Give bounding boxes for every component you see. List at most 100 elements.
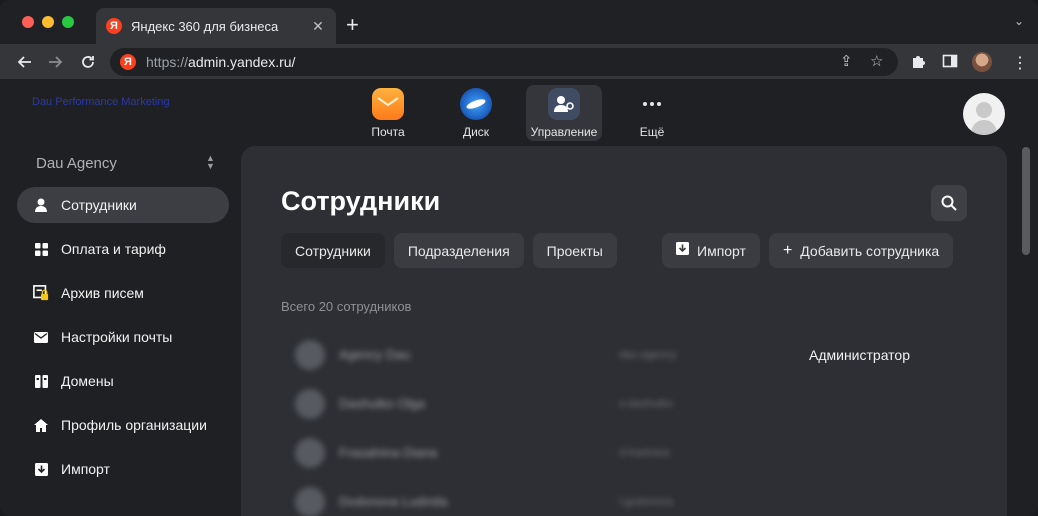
tab-departments[interactable]: Подразделения <box>393 233 524 268</box>
home-icon <box>33 417 49 433</box>
section-tabs: Сотрудники Подразделения Проекты <box>281 233 617 268</box>
more-icon <box>636 88 668 120</box>
sidebar-item-domains[interactable]: Домены <box>17 363 229 399</box>
org-name[interactable]: Dau Agency <box>36 155 117 172</box>
address-bar[interactable]: Я https://admin.yandex.ru/ ⇪ ☆ <box>110 48 898 76</box>
url-host: admin.yandex.ru/ <box>188 54 296 70</box>
search-icon <box>941 195 957 211</box>
add-employee-label: Добавить сотрудника <box>800 242 940 259</box>
search-button[interactable] <box>931 185 967 221</box>
browser-window: Я Яндекс 360 для бизнеса ✕ + ⌄ Я https:/… <box>0 0 1038 516</box>
sidebar-item-org-profile[interactable]: Профиль организации <box>17 407 229 443</box>
user-silhouette-icon <box>971 102 997 135</box>
import-icon <box>676 241 689 260</box>
service-switcher: Почта Диск Управление Ещё <box>350 85 690 141</box>
org-switch-icon[interactable]: ▲ ▼ <box>206 154 215 171</box>
app-admin[interactable]: Управление <box>526 85 602 141</box>
employee-name: Dashutko Olga <box>339 396 425 411</box>
sidebar-item-employees[interactable]: Сотрудники <box>17 187 229 223</box>
url-text[interactable]: https://admin.yandex.ru/ <box>146 54 295 70</box>
sidebar-item-mail-settings[interactable]: Настройки почты <box>17 319 229 355</box>
sidebar-item-label: Домены <box>61 373 114 389</box>
reload-icon <box>82 56 94 68</box>
url-protocol: https:// <box>146 54 189 70</box>
employee-name: Agency Dau <box>339 347 410 362</box>
browser-tab[interactable]: Я Яндекс 360 для бизнеса ✕ <box>96 8 336 44</box>
employee-login: d.fraslnina <box>619 446 670 459</box>
close-window-button[interactable] <box>22 16 34 28</box>
mail-icon <box>372 87 404 120</box>
archive-lock-icon <box>33 285 49 301</box>
app-label: Управление <box>530 124 598 139</box>
tab-search-chevron-icon[interactable]: ⌄ <box>1014 14 1024 28</box>
list-item[interactable]: Dodonova Ludmila l.gudonova <box>281 477 981 516</box>
sidebar-item-label: Профиль организации <box>61 417 207 433</box>
employee-name: Frasalnina Diana <box>339 445 438 460</box>
tab-close-icon[interactable]: ✕ <box>310 18 326 35</box>
sidebar-item-billing[interactable]: Оплата и тариф <box>17 231 229 267</box>
app-label: Почта <box>371 124 405 139</box>
avatar <box>295 437 325 468</box>
import-button-label: Импорт <box>697 242 746 259</box>
sidebar-item-import[interactable]: Импорт <box>17 451 229 487</box>
app-mail[interactable]: Почта <box>350 85 426 141</box>
share-icon[interactable]: ⇪ <box>840 52 853 70</box>
forward-button[interactable] <box>44 50 68 74</box>
list-item[interactable]: Dashutko Olga o.dashutko <box>281 379 981 428</box>
employee-role: Администратор <box>809 346 911 363</box>
employee-login: l.gudonova <box>619 495 673 508</box>
sidepanel-icon <box>942 54 958 68</box>
tab-projects[interactable]: Проекты <box>532 233 617 268</box>
admin-icon <box>548 87 580 120</box>
maximize-window-button[interactable] <box>62 16 74 28</box>
avatar <box>295 388 325 419</box>
page-scrollbar[interactable] <box>1018 145 1034 516</box>
page-title: Сотрудники <box>281 186 441 216</box>
list-item[interactable]: Frasalnina Diana d.fraslnina <box>281 428 981 477</box>
import-button[interactable]: Импорт <box>662 233 760 268</box>
bookmark-star-icon[interactable]: ☆ <box>870 52 883 70</box>
user-avatar[interactable] <box>963 93 1005 135</box>
sidebar-item-label: Оплата и тариф <box>61 241 166 257</box>
minimize-window-button[interactable] <box>42 16 54 28</box>
tab-title: Яндекс 360 для бизнеса <box>131 18 279 34</box>
side-panel-icon[interactable] <box>942 53 958 74</box>
main-panel: Сотрудники Сотрудники Подразделения Прое… <box>241 146 1007 516</box>
reload-button[interactable] <box>76 50 100 74</box>
extensions-icon[interactable] <box>910 53 926 74</box>
yandex-favicon-icon: Я <box>106 18 122 34</box>
puzzle-icon <box>913 56 925 68</box>
back-button[interactable] <box>12 50 36 74</box>
scrollbar-thumb[interactable] <box>1022 147 1030 255</box>
grid-icon <box>33 241 49 257</box>
person-icon <box>33 197 49 213</box>
employee-name: Dodonova Ludmila <box>339 494 448 509</box>
add-employee-button[interactable]: + Добавить сотрудника <box>768 233 954 268</box>
sidebar-item-archive[interactable]: Архив писем <box>17 275 229 311</box>
app-label: Ещё <box>639 124 665 139</box>
plus-icon: + <box>782 241 793 259</box>
actions: Импорт + Добавить сотрудника <box>662 233 954 268</box>
new-tab-button[interactable]: + <box>346 14 359 36</box>
sidebar-item-label: Сотрудники <box>61 197 137 213</box>
org-logo[interactable]: Dau Performance Marketing <box>32 97 170 108</box>
avatar <box>295 339 325 370</box>
app-more[interactable]: Ещё <box>614 85 690 141</box>
arrow-right-icon <box>49 56 63 68</box>
envelope-icon <box>33 329 49 345</box>
browser-toolbar: Я https://admin.yandex.ru/ ⇪ ☆ ⋮ <box>0 44 1038 80</box>
tab-employees[interactable]: Сотрудники <box>281 233 385 268</box>
sidebar-item-label: Импорт <box>61 461 110 477</box>
disk-icon <box>460 87 492 120</box>
employee-count: Всего 20 сотрудников <box>281 299 412 314</box>
page: Dau Performance Marketing Почта Диск Упр… <box>0 81 1038 516</box>
employee-login: dau-agency <box>619 348 677 361</box>
list-item[interactable]: Agency Dau dau-agency Администратор <box>281 330 981 379</box>
employee-login: o.dashutko <box>619 397 673 410</box>
import-icon <box>33 461 49 477</box>
sidebar-nav: Сотрудники Оплата и тариф Архив писем На… <box>17 187 229 495</box>
app-disk[interactable]: Диск <box>438 85 514 141</box>
tab-strip: Я Яндекс 360 для бизнеса ✕ + ⌄ <box>0 0 1038 44</box>
browser-profile-avatar[interactable] <box>972 52 992 72</box>
browser-menu-icon[interactable]: ⋮ <box>1012 53 1028 73</box>
